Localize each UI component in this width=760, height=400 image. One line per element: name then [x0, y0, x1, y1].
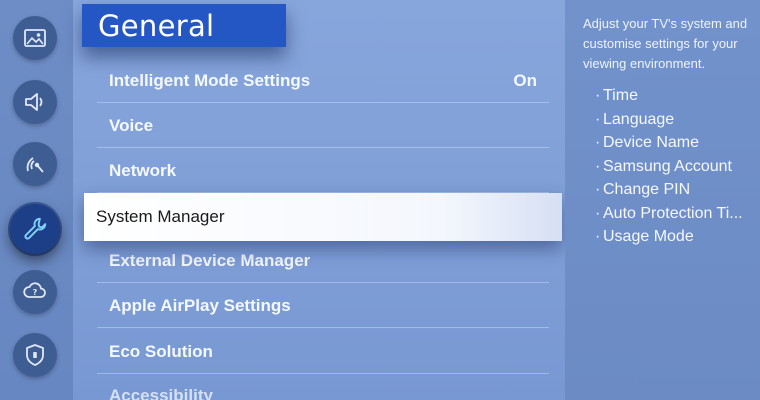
- menu-item-system-manager[interactable]: System Manager: [84, 193, 562, 241]
- shield-icon: [26, 344, 44, 366]
- menu-item-label: System Manager: [96, 207, 225, 226]
- tv-settings-screen: ? General Intelligent Mode Settings On V…: [0, 0, 760, 400]
- description-item: · Usage Mode: [595, 228, 694, 245]
- wrench-icon: [24, 217, 47, 240]
- page-title: General: [98, 8, 215, 43]
- menu-item-external-device-manager[interactable]: External Device Manager: [97, 239, 549, 283]
- rail-support-button[interactable]: ?: [13, 270, 57, 314]
- description-item: · Time: [595, 87, 638, 104]
- description-item: · Samsung Account: [595, 157, 732, 175]
- menu-item-eco-solution[interactable]: Eco Solution: [97, 330, 549, 374]
- menu-item-apple-airplay[interactable]: Apple AirPlay Settings: [97, 284, 549, 328]
- description-item: · Language: [595, 110, 675, 128]
- description-text: Adjust your TV's system and customise se…: [583, 16, 748, 71]
- category-rail: ?: [0, 0, 73, 400]
- rail-picture-button[interactable]: [13, 16, 57, 60]
- menu-item-label: Network: [109, 160, 177, 180]
- description-item: · Change PIN: [595, 181, 691, 198]
- rail-general-button[interactable]: [10, 204, 60, 254]
- menu-item-accessibility[interactable]: Accessibility: [97, 374, 549, 400]
- description-item: · Device Name: [595, 134, 700, 151]
- rail-privacy-button[interactable]: [13, 333, 57, 377]
- menu-item-label: Accessibility: [109, 385, 213, 400]
- svg-text:?: ?: [33, 288, 38, 297]
- support-icon: ?: [23, 282, 46, 298]
- sound-icon: [25, 93, 43, 111]
- menu-item-label: Intelligent Mode Settings: [109, 70, 311, 90]
- description-item: · Auto Protection Ti...: [595, 204, 743, 222]
- page-title-box: General: [82, 4, 286, 47]
- menu-item-voice[interactable]: Voice: [97, 104, 549, 148]
- menu-item-label: Eco Solution: [109, 341, 213, 361]
- menu-item-intelligent-mode[interactable]: Intelligent Mode Settings On: [97, 59, 549, 103]
- broadcast-icon: [26, 157, 44, 173]
- description-panel: Adjust your TV's system and customise se…: [565, 0, 760, 400]
- menu-item-label: Apple AirPlay Settings: [109, 295, 291, 315]
- menu-item-label: Voice: [109, 115, 154, 135]
- menu-item-label: External Device Manager: [109, 250, 311, 270]
- rail-broadcast-button[interactable]: [13, 142, 57, 186]
- rail-sound-button[interactable]: [13, 80, 57, 124]
- picture-icon: [24, 29, 46, 47]
- description-list: · Time · Language · Device Name · Samsung Ac…: [583, 84, 750, 249]
- menu-item-network[interactable]: Network: [97, 149, 549, 193]
- menu-item-value: On: [513, 70, 537, 90]
